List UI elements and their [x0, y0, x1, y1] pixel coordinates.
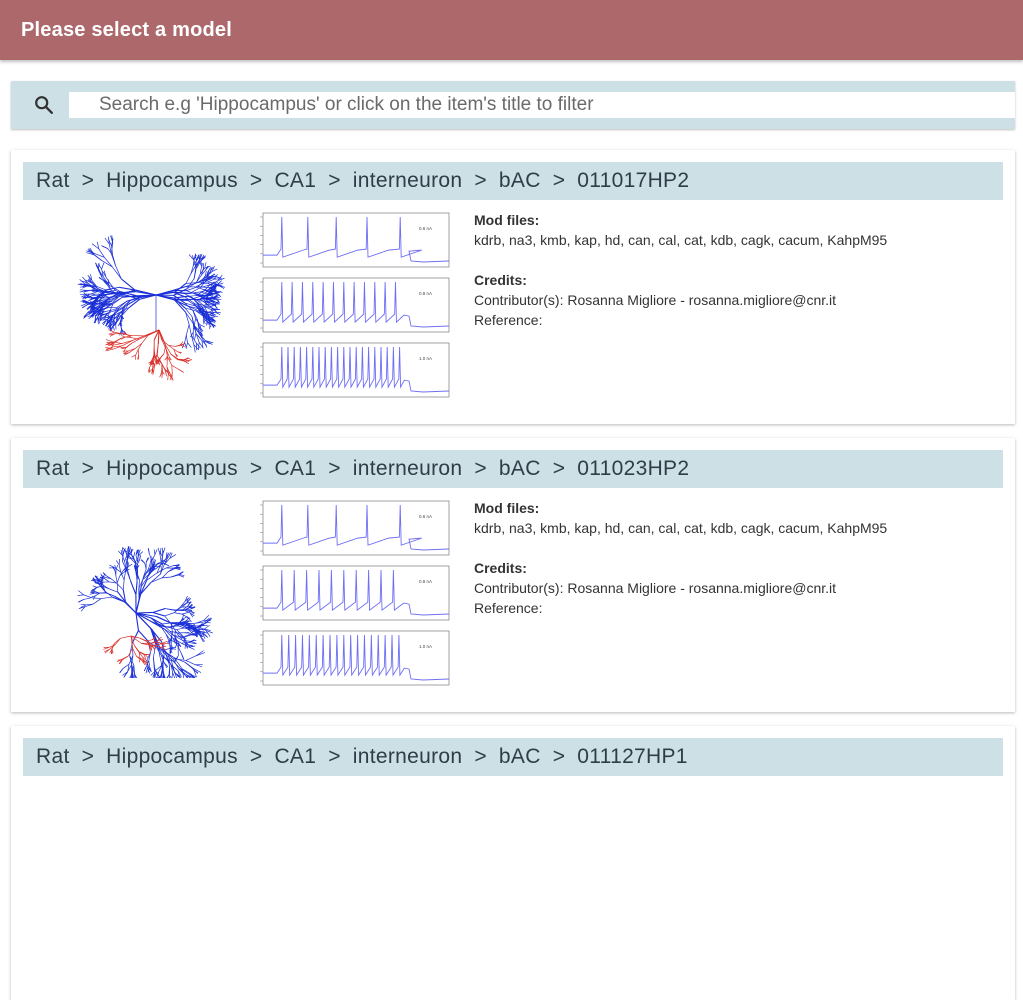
current-label: 0.6 nA — [419, 514, 432, 519]
current-label: 0.6 nA — [419, 226, 432, 231]
breadcrumb-separator: > — [328, 745, 341, 769]
breadcrumb-separator: > — [82, 745, 95, 769]
credits-label: Credits: — [474, 558, 994, 578]
breadcrumb-item[interactable]: 011023HP2 — [577, 457, 689, 481]
breadcrumb-item[interactable]: CA1 — [274, 745, 316, 769]
breadcrumb-item[interactable]: Rat — [36, 169, 70, 193]
voltage-traces-plot: 0.6 nA 0.8 nA 1.0 nA — [247, 210, 453, 410]
breadcrumb-separator: > — [250, 169, 263, 193]
breadcrumb-item[interactable]: interneuron — [353, 745, 463, 769]
trace-panel: 0.8 nA — [260, 566, 449, 620]
trace-panel: 1.0 nA — [260, 343, 449, 397]
breadcrumb-separator: > — [474, 745, 487, 769]
mod-files-value: kdrb, na3, kmb, kap, hd, can, cal, cat, … — [474, 230, 994, 250]
credits-label: Credits: — [474, 270, 994, 290]
search-icon[interactable] — [33, 94, 55, 116]
current-label: 1.0 nA — [419, 644, 432, 649]
app-header: Please select a model — [0, 0, 1023, 60]
model-title-breadcrumb[interactable]: Rat > Hippocampus > CA1 > interneuron > bAC >0111… — [23, 738, 1003, 776]
trace-panel: 1.0 nA — [260, 631, 449, 685]
breadcrumb-separator: > — [328, 169, 341, 193]
reference-label: Reference: — [474, 598, 994, 618]
breadcrumb-item[interactable]: interneuron — [353, 457, 463, 481]
breadcrumb-separator: > — [250, 745, 263, 769]
breadcrumb-item[interactable]: Hippocampus — [106, 457, 238, 481]
breadcrumb-separator: > — [82, 457, 95, 481]
model-info: Mod files:kdrb, na3, kmb, kap, hd, can, … — [474, 210, 994, 330]
contributor-value: Contributor(s): Rosanna Migliore - rosan… — [474, 578, 994, 598]
current-label: 0.8 nA — [419, 291, 432, 296]
breadcrumb-item[interactable]: bAC — [499, 169, 541, 193]
spacer — [474, 538, 994, 558]
spacer — [474, 250, 994, 270]
model-title-breadcrumb[interactable]: Rat > Hippocampus > CA1 > interneuron > bAC >0110… — [23, 162, 1003, 200]
breadcrumb-separator: > — [553, 457, 566, 481]
breadcrumb-separator: > — [474, 457, 487, 481]
breadcrumb-item[interactable]: CA1 — [274, 169, 316, 193]
breadcrumb-separator: > — [250, 457, 263, 481]
neuron-morphology-image — [61, 230, 231, 390]
breadcrumb-item[interactable]: Hippocampus — [106, 169, 238, 193]
breadcrumb-item[interactable]: Rat — [36, 457, 70, 481]
breadcrumb-item[interactable]: 011127HP1 — [577, 745, 688, 769]
mod-files-value: kdrb, na3, kmb, kap, hd, can, cal, cat, … — [474, 518, 994, 538]
model-info: Mod files:kdrb, na3, kmb, kap, hd, can, … — [474, 498, 994, 618]
breadcrumb-separator: > — [553, 169, 566, 193]
breadcrumb-item[interactable]: bAC — [499, 745, 541, 769]
trace-panel: 0.6 nA — [260, 213, 449, 267]
voltage-traces-plot: 0.6 nA 0.8 nA 1.0 nA — [247, 498, 453, 698]
model-card: Rat > Hippocampus > CA1 > interneuron > bAC >0110… — [11, 150, 1015, 424]
breadcrumb-separator: > — [474, 169, 487, 193]
reference-label: Reference: — [474, 310, 994, 330]
model-title-breadcrumb[interactable]: Rat > Hippocampus > CA1 > interneuron > bAC >0110… — [23, 450, 1003, 488]
breadcrumb-item[interactable]: bAC — [499, 457, 541, 481]
breadcrumb-item[interactable]: interneuron — [353, 169, 463, 193]
breadcrumb-item[interactable]: CA1 — [274, 457, 316, 481]
breadcrumb-item[interactable]: 011017HP2 — [577, 169, 689, 193]
trace-panel: 0.8 nA — [260, 278, 449, 332]
model-card: Rat > Hippocampus > CA1 > interneuron > bAC >0110… — [11, 438, 1015, 712]
page-title: Please select a model — [21, 19, 232, 42]
current-label: 1.0 nA — [419, 356, 432, 361]
neuron-morphology-image — [61, 518, 231, 678]
mod-files-label: Mod files: — [474, 210, 994, 230]
current-label: 0.8 nA — [419, 579, 432, 584]
mod-files-label: Mod files: — [474, 498, 994, 518]
contributor-value: Contributor(s): Rosanna Migliore - rosan… — [474, 290, 994, 310]
breadcrumb-separator: > — [328, 457, 341, 481]
trace-panel: 0.6 nA — [260, 501, 449, 555]
breadcrumb-item[interactable]: Hippocampus — [106, 745, 238, 769]
search-input[interactable] — [69, 92, 1015, 118]
breadcrumb-separator: > — [82, 169, 95, 193]
breadcrumb-item[interactable]: Rat — [36, 745, 70, 769]
breadcrumb-separator: > — [553, 745, 566, 769]
model-card: Rat > Hippocampus > CA1 > interneuron > bAC >0111… — [11, 726, 1015, 1000]
search-bar — [11, 81, 1015, 129]
